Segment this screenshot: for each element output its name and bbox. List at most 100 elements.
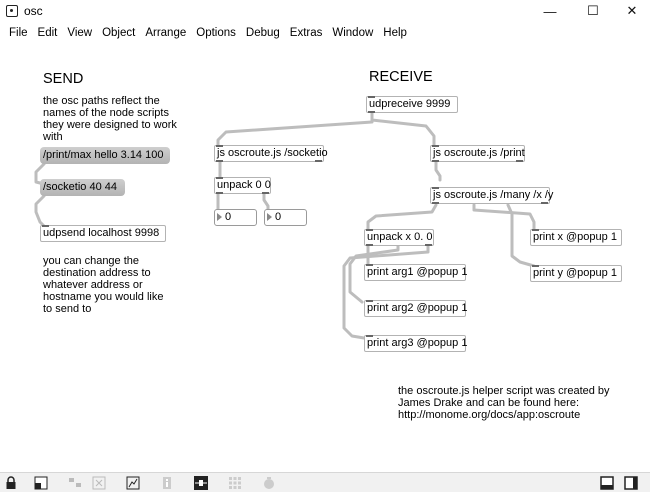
inlet (216, 177, 223, 179)
inlet (432, 145, 439, 147)
menu-bar: File Edit View Object Arrange Options De… (0, 22, 650, 44)
maximize-button[interactable]: ☐ (573, 0, 613, 22)
message-print-max[interactable]: /print/max hello 3.14 100 (40, 147, 170, 164)
print-arg2-object[interactable]: print arg2 @popup 1 (364, 300, 468, 317)
number-value: 0 (275, 211, 282, 223)
comment-line: http://monome.org/docs/app:oscroute (398, 409, 581, 421)
outlet (216, 192, 223, 194)
presentation-mode-icon[interactable] (34, 476, 48, 490)
object-label: js oscroute.js /many /x /y (433, 189, 554, 201)
object-label: print y @popup 1 (533, 267, 617, 279)
object-label: print arg2 @popup 1 (367, 302, 468, 314)
clear-icon[interactable] (92, 476, 106, 490)
inlet (366, 229, 373, 231)
js-oscroute-socketio-object[interactable]: js oscroute.js /socketio (214, 145, 328, 162)
outlet (541, 202, 548, 204)
menu-file[interactable]: File (4, 25, 33, 41)
title-bar: osc — ☐ ✕ (0, 0, 650, 22)
play-triangle-icon (267, 213, 272, 221)
outlet (315, 160, 322, 162)
js-oscroute-many-object[interactable]: js oscroute.js /many /x /y (430, 187, 554, 204)
outlet (516, 160, 523, 162)
udpreceive-object[interactable]: udpreceive 9999 (366, 96, 458, 113)
print-y-object[interactable]: print y @popup 1 (530, 265, 622, 282)
sidebar-right-icon[interactable] (624, 476, 638, 490)
object-label: js oscroute.js /print (433, 147, 525, 159)
js-oscroute-print-object[interactable]: js oscroute.js /print (430, 145, 525, 162)
menu-view[interactable]: View (62, 25, 97, 41)
object-label: print arg3 @popup 1 (367, 337, 468, 349)
comment-line: whatever address or (43, 279, 143, 291)
comment-line: hostname you would like (43, 291, 164, 303)
print-arg3-object[interactable]: print arg3 @popup 1 (364, 335, 468, 352)
cord-udp-to-socketio (216, 110, 374, 148)
menu-edit[interactable]: Edit (33, 25, 63, 41)
comment-line: you can change the (43, 255, 140, 267)
mixer-icon[interactable] (194, 476, 208, 490)
inlet (42, 225, 49, 227)
message-socketio[interactable]: /socketio 40 44 (40, 179, 125, 196)
lock-icon[interactable] (4, 476, 18, 490)
unpack-x-object[interactable]: unpack x 0. 0 (364, 229, 434, 246)
menu-help[interactable]: Help (378, 25, 412, 41)
menu-arrange[interactable]: Arrange (140, 25, 191, 41)
number-box-2[interactable]: 0 (264, 209, 307, 226)
unpack-0-0-object[interactable]: unpack 0 0 (214, 177, 271, 194)
cord-socketio-to-udpsend (34, 194, 46, 228)
number-box-1[interactable]: 0 (214, 209, 257, 226)
close-button[interactable]: ✕ (612, 0, 650, 22)
send-heading: SEND (43, 71, 84, 87)
object-label: print arg1 @popup 1 (367, 266, 468, 278)
print-arg1-object[interactable]: print arg1 @popup 1 (364, 264, 468, 281)
udpsend-object[interactable]: udpsend localhost 9998 (40, 225, 166, 242)
window-title: osc (24, 4, 43, 18)
outlet (432, 160, 439, 162)
comment-line: to send to (43, 303, 92, 315)
number-value: 0 (225, 211, 232, 223)
comment-line: they were designed to work (43, 119, 177, 131)
object-label: udpreceive 9999 (369, 98, 451, 110)
inlet (532, 265, 539, 267)
inlet (366, 335, 373, 337)
outlet (366, 244, 373, 246)
cord-many-to-printx (472, 203, 536, 233)
comment-line: names of the node scripts (43, 107, 169, 119)
edit-mode-icon[interactable] (126, 476, 140, 490)
menu-window[interactable]: Window (327, 25, 378, 41)
play-triangle-icon (217, 213, 222, 221)
outlet (216, 160, 223, 162)
debug-icon[interactable] (262, 476, 276, 490)
grid-icon[interactable] (228, 476, 242, 490)
cord-unpack-to-num2 (262, 191, 270, 212)
osc-paths-comment: the osc paths reflect the names of the n… (43, 95, 208, 143)
menu-object[interactable]: Object (97, 25, 140, 41)
menu-debug[interactable]: Debug (241, 25, 285, 41)
inspector-icon[interactable] (160, 476, 174, 490)
inlet (366, 264, 373, 266)
grid-snap-icon[interactable] (68, 476, 82, 490)
cord-print-to-many (434, 159, 442, 182)
inlet (366, 300, 373, 302)
object-label: udpsend localhost 9998 (43, 227, 160, 239)
menu-extras[interactable]: Extras (285, 25, 328, 41)
inlet (216, 145, 223, 147)
cord-unpack-to-arg3 (342, 242, 430, 340)
credit-comment: the oscroute.js helper script was create… (398, 385, 638, 421)
inlet (432, 187, 439, 189)
inlet (532, 229, 539, 231)
comment-line: the oscroute.js helper script was create… (398, 385, 610, 397)
outlet (262, 192, 269, 194)
object-label: js oscroute.js /socketio (217, 147, 328, 159)
cord-many-to-unpack (366, 203, 438, 232)
receive-heading: RECEIVE (369, 69, 433, 85)
print-x-object[interactable]: print x @popup 1 (530, 229, 622, 246)
patcher-toolbar (0, 472, 650, 492)
inlet (368, 96, 375, 98)
object-label: print x @popup 1 (533, 231, 617, 243)
app-icon (6, 5, 18, 17)
object-label: unpack x 0. 0 (367, 231, 433, 243)
menu-options[interactable]: Options (191, 25, 241, 41)
destination-comment: you can change the destination address t… (43, 255, 203, 315)
sidebar-bottom-icon[interactable] (600, 476, 614, 490)
minimize-button[interactable]: — (530, 0, 570, 22)
